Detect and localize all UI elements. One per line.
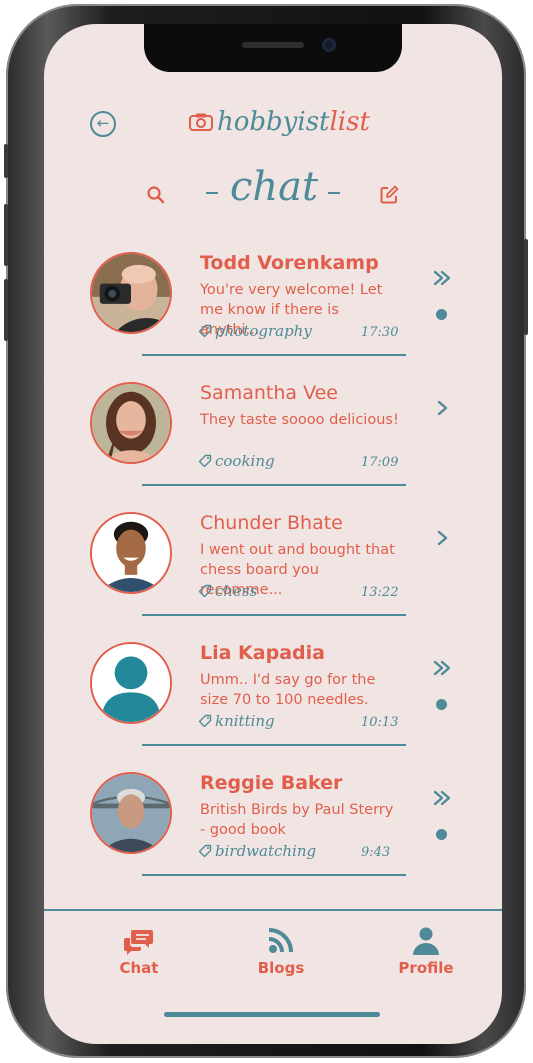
- row-divider: [142, 354, 406, 356]
- tab-chat-label: Chat: [119, 959, 159, 977]
- tab-profile[interactable]: Profile: [381, 926, 471, 977]
- hobby-tag[interactable]: photography: [198, 322, 312, 340]
- tabbar-divider: [44, 909, 502, 911]
- contact-name: Chunder Bhate: [200, 512, 343, 534]
- contact-name: Samantha Vee: [200, 382, 338, 404]
- unread-dot: [436, 829, 447, 840]
- avatar-image: [92, 644, 170, 722]
- chevron-right-icon[interactable]: [432, 398, 452, 418]
- tab-blogs-label: Blogs: [257, 959, 305, 977]
- volume-up-button: [4, 204, 8, 266]
- avatar[interactable]: [90, 252, 172, 334]
- title-dash-right: [328, 192, 340, 194]
- screen: ← hobbyistlist chat Todd Vorenkamp You're…: [44, 24, 502, 1044]
- logo-accent: list: [329, 107, 370, 137]
- tag-label: cooking: [215, 452, 275, 470]
- chat-bubbles-icon: [124, 930, 153, 955]
- notch: [144, 24, 402, 72]
- hobby-tag[interactable]: cooking: [198, 452, 275, 470]
- speaker: [242, 42, 304, 48]
- chevron-right-icon[interactable]: [432, 528, 452, 548]
- message-preview: They taste soooo delicious!: [200, 412, 399, 428]
- logo-main: hobbyist: [217, 107, 330, 137]
- chat-row[interactable]: Lia Kapadia Umm.. I'd say go for the size…: [44, 642, 502, 772]
- message-preview: Umm.. I'd say go for the size 70 to 100 …: [200, 672, 376, 708]
- message-time: 13:22: [361, 585, 399, 600]
- back-arrow-icon[interactable]: ←: [90, 111, 116, 137]
- contact-name: Todd Vorenkamp: [200, 252, 379, 274]
- double-chevron-right-icon[interactable]: [432, 788, 452, 808]
- logo-text: hobbyistlist: [217, 107, 370, 137]
- volume-down-button: [4, 279, 8, 341]
- row-divider: [142, 614, 406, 616]
- contact-name: Reggie Baker: [200, 772, 343, 794]
- chat-row[interactable]: Chunder Bhate I went out and bought that …: [44, 512, 502, 642]
- message-preview: British Birds by Paul Sterry - good book: [200, 802, 394, 838]
- hobby-tag[interactable]: knitting: [198, 712, 275, 730]
- chat-row[interactable]: Todd Vorenkamp You're very welcome! Let m…: [44, 252, 502, 382]
- hobby-tag[interactable]: chess: [198, 582, 257, 600]
- unread-dot: [436, 699, 447, 710]
- contact-name: Lia Kapadia: [200, 642, 325, 664]
- front-camera: [322, 38, 336, 52]
- chat-row[interactable]: Samantha Vee They taste soooo delicious! c…: [44, 382, 502, 512]
- rss-feed-icon: [268, 928, 293, 953]
- avatar-image: [92, 514, 170, 592]
- hobby-tag[interactable]: birdwatching: [198, 842, 316, 860]
- message-time: 17:30: [361, 325, 399, 340]
- tag-icon: [198, 714, 212, 728]
- tab-profile-label: Profile: [398, 959, 454, 977]
- avatar[interactable]: [90, 512, 172, 594]
- double-chevron-right-icon[interactable]: [432, 658, 452, 678]
- avatar-image: [92, 384, 170, 462]
- tab-chat[interactable]: Chat: [94, 926, 184, 977]
- search-icon[interactable]: [145, 184, 167, 206]
- avatar[interactable]: [90, 772, 172, 854]
- row-divider: [142, 744, 406, 746]
- tag-icon: [198, 844, 212, 858]
- avatar-image: [92, 254, 170, 332]
- silent-switch: [4, 144, 8, 178]
- avatar-image: [92, 774, 170, 852]
- row-divider: [142, 874, 406, 876]
- tag-icon: [198, 584, 212, 598]
- page-title: chat: [229, 164, 319, 210]
- message-time: 9:43: [361, 845, 391, 860]
- avatar[interactable]: [90, 642, 172, 724]
- chat-row[interactable]: Reggie Baker British Birds by Paul Sterry…: [44, 772, 502, 902]
- compose-icon[interactable]: [378, 184, 400, 206]
- unread-dot: [436, 309, 447, 320]
- tag-label: chess: [215, 582, 258, 600]
- phone-frame: ← hobbyistlist chat Todd Vorenkamp You're…: [4, 4, 528, 1058]
- message-time: 17:09: [361, 455, 399, 470]
- double-chevron-right-icon[interactable]: [432, 268, 452, 288]
- person-icon: [413, 927, 439, 955]
- tag-label: birdwatching: [215, 842, 317, 860]
- avatar[interactable]: [90, 382, 172, 464]
- power-button: [524, 239, 528, 335]
- home-indicator[interactable]: [164, 1012, 380, 1017]
- tag-label: knitting: [215, 712, 275, 730]
- message-time: 10:13: [361, 715, 399, 730]
- app-logo: hobbyistlist: [189, 104, 370, 140]
- tag-icon: [198, 324, 212, 338]
- camera-icon: [189, 113, 213, 131]
- row-divider: [142, 484, 406, 486]
- tag-label: photography: [215, 322, 312, 340]
- tab-blogs[interactable]: Blogs: [236, 926, 326, 977]
- tag-icon: [198, 454, 212, 468]
